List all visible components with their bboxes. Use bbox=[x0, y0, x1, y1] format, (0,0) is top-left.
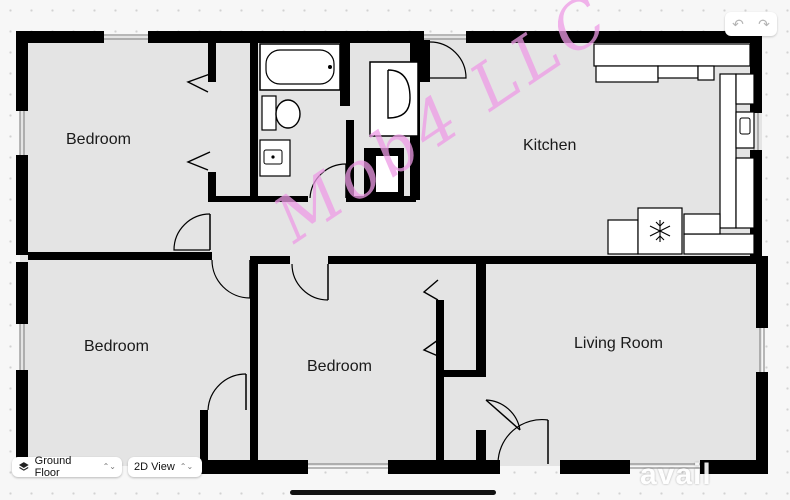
view-selector-button[interactable]: 2D View ⌃⌄ bbox=[128, 457, 202, 477]
toilet-bowl bbox=[275, 99, 301, 129]
kitchen-sink bbox=[739, 117, 751, 135]
chevron-updown-icon: ⌃⌄ bbox=[179, 462, 194, 471]
home-indicator bbox=[290, 490, 496, 495]
room-label-living-room: Living Room bbox=[574, 335, 663, 352]
undo-redo-group: ↶ ↷ bbox=[725, 12, 777, 36]
room-label-bedroom-top-left: Bedroom bbox=[66, 131, 131, 148]
undo-icon[interactable]: ↶ bbox=[732, 16, 744, 33]
room-label-bedroom-bottom-left: Bedroom bbox=[84, 338, 149, 355]
chevron-updown-icon: ⌃⌄ bbox=[102, 462, 116, 471]
toilet-tank bbox=[261, 95, 277, 131]
floor-plan bbox=[16, 31, 768, 474]
avail-logo: avail bbox=[640, 458, 712, 491]
layers-icon bbox=[18, 462, 29, 471]
room-label-bedroom-center: Bedroom bbox=[307, 358, 372, 375]
floor-selector-label: Ground Floor bbox=[34, 455, 72, 479]
room-label-kitchen: Kitchen bbox=[523, 137, 577, 154]
redo-icon[interactable]: ↷ bbox=[758, 16, 770, 33]
view-selector-label: 2D View bbox=[134, 461, 175, 473]
floor-selector-button[interactable]: Ground Floor ⌃⌄ bbox=[12, 455, 122, 479]
